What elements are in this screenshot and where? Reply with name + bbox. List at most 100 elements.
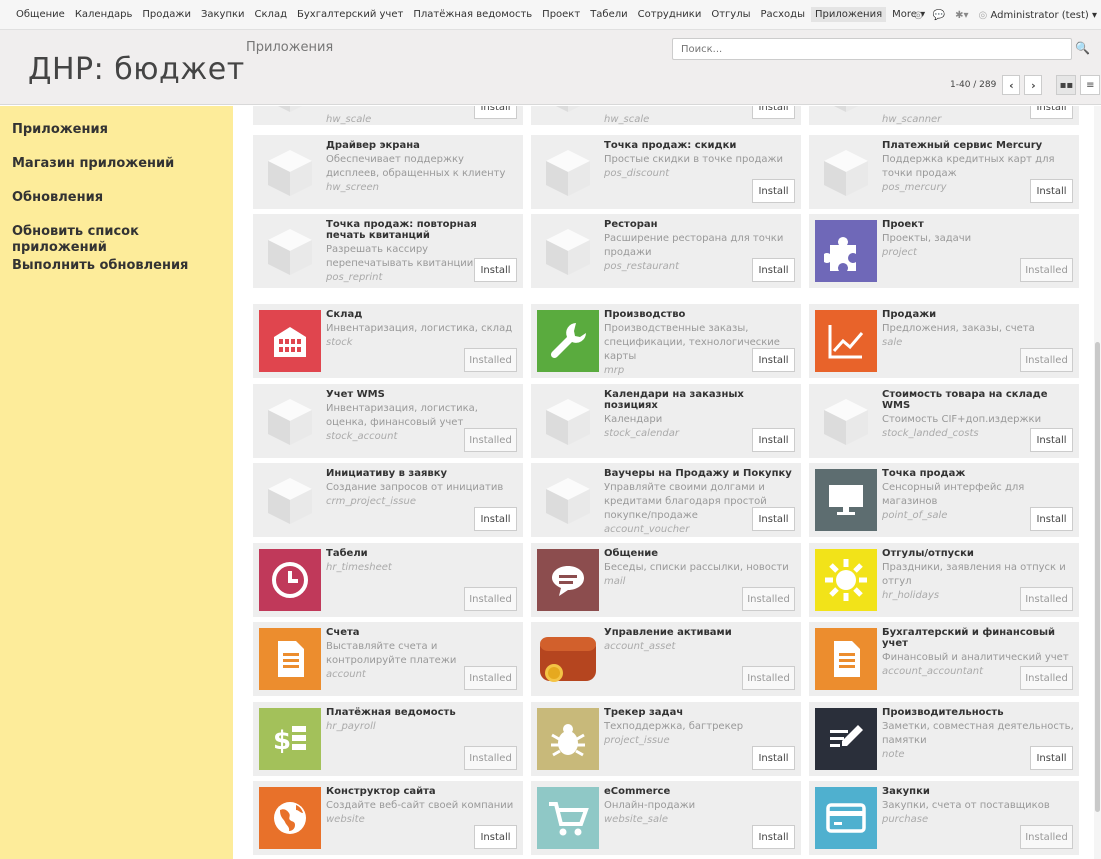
installed-button[interactable]: Installed [1020,825,1073,849]
app-card[interactable]: Трекер задач Техподдержка, багтрекер proje… [531,702,801,776]
installed-button[interactable]: Installed [464,348,517,372]
monitor-icon [815,469,877,531]
installed-button[interactable]: Installed [464,587,517,611]
top-menu-item[interactable]: Платёжная ведомость [409,7,536,22]
top-menu-item[interactable]: Календарь [71,7,137,22]
install-button[interactable]: Install [474,825,517,849]
app-card[interactable]: Точка продаж Сенсорный интерфейс для мага… [809,463,1079,537]
scrollbar[interactable] [1094,106,1101,859]
pager: 1-40 / 289 ‹ › ▪▪ ≡ [950,75,1101,95]
scrollbar-thumb[interactable] [1095,342,1100,812]
installed-button[interactable]: Installed [464,746,517,770]
app-card[interactable]: Драйвер экрана Обеспечивает поддержку дис… [253,135,523,209]
app-card[interactable]: Платежный сервис Mercury Поддержка кредит… [809,135,1079,209]
app-card[interactable]: Бухгалтерский и финансовый учет Финансовы… [809,622,1079,696]
install-button[interactable]: Install [474,258,517,282]
app-card[interactable]: Ресторан Расширение ресторана для точки п… [531,214,801,288]
sidebar-item-updates[interactable]: Обновления [0,190,233,224]
installed-button[interactable]: Installed [1020,666,1073,690]
sidebar-item-apps[interactable]: Приложения [0,122,233,156]
bug-icon [537,708,599,770]
sidebar-item-app-store[interactable]: Магазин приложений [0,156,233,190]
install-button[interactable]: Install [752,106,795,119]
globe-icon [259,787,321,849]
app-card[interactable]: Учет WMS Инвентаризация, логистика, оценк… [253,384,523,458]
user-menu[interactable]: ◎ Administrator (test) ▾ [979,10,1097,21]
install-button[interactable]: Install [752,258,795,282]
app-card[interactable]: Табели hr_timesheet Installed [253,543,523,617]
install-button[interactable]: Install [752,348,795,372]
top-menu-item[interactable]: Бухгалтерский учет [293,7,407,22]
install-button[interactable]: Install [752,507,795,531]
app-card[interactable]: Склад Инвентаризация, логистика, склад sto… [253,304,523,378]
pager-next-button[interactable]: › [1024,75,1043,95]
app-card[interactable]: Стоимость товара на складе WMS Стоимость … [809,384,1079,458]
app-card[interactable]: $ Платёжная ведомость hr_payroll Installed [253,702,523,776]
installed-button[interactable]: Installed [1020,587,1073,611]
install-button[interactable]: Install [1030,507,1073,531]
app-card[interactable]: Производство Производственные заказы, спе… [531,304,801,378]
app-card[interactable]: Точка продаж: повторная печать квитанций… [253,214,523,288]
install-button[interactable]: Install [752,179,795,203]
sidebar-item-run-updates[interactable]: Выполнить обновления [0,258,233,292]
search-input[interactable] [672,38,1072,60]
app-info: Точка продаж: скидки Простые скидки в точ… [604,140,796,181]
install-button[interactable]: Install [1030,106,1073,119]
app-card[interactable]: hw_scanner Install [809,106,1079,125]
list-view-icon[interactable]: ≡ [1080,75,1101,95]
top-menu-item[interactable]: Отгулы [707,7,754,22]
app-card[interactable]: Отгулы/отпуски Праздники, заявления на от… [809,543,1079,617]
app-card[interactable]: Проект Проекты, задачи project Installed [809,214,1079,288]
installed-button[interactable]: Installed [742,666,795,690]
top-menu-item[interactable]: Приложения [811,7,887,22]
status-icon[interactable]: ◎ [914,10,923,21]
pager-previous-button[interactable]: ‹ [1002,75,1021,95]
install-button[interactable]: Install [752,746,795,770]
note-icon [815,708,877,770]
app-card[interactable]: Ваучеры на Продажу и Покупку Управляйте с… [531,463,801,537]
app-card[interactable]: Управление активами account_asset Installe… [531,622,801,696]
app-card[interactable]: Общение Беседы, списки рассылки, новости m… [531,543,801,617]
app-card[interactable]: hw_scale Install [531,106,801,125]
app-card[interactable]: Календари на заказных позициях Календари s… [531,384,801,458]
sidebar-item-update-app-list[interactable]: Обновить список приложений [0,224,233,258]
install-button[interactable]: Install [474,106,517,119]
app-card[interactable]: Закупки Закупки, счета от поставщиков purc… [809,781,1079,855]
app-card[interactable]: Счета Выставляйте счета и контролируйте п… [253,622,523,696]
app-card[interactable]: Точка продаж: скидки Простые скидки в точ… [531,135,801,209]
install-button[interactable]: Install [752,428,795,452]
top-menu-item[interactable]: Закупки [197,7,249,22]
installed-button[interactable]: Installed [742,587,795,611]
top-menu-item[interactable]: Расходы [756,7,809,22]
top-menu-item[interactable]: Сотрудники [634,7,706,22]
install-button[interactable]: Install [1030,179,1073,203]
app-card[interactable]: eCommerce Онлайн-продажи website_sale Insta… [531,781,801,855]
app-card[interactable]: hw_scale Install [253,106,523,125]
install-button[interactable]: Install [1030,428,1073,452]
installed-button[interactable]: Installed [464,428,517,452]
kanban-view-icon[interactable]: ▪▪ [1056,75,1077,95]
app-name: Бухгалтерский и финансовый учет [882,627,1055,649]
app-card[interactable]: Продажи Предложения, заказы, счета sale Ins… [809,304,1079,378]
install-button[interactable]: Install [1030,746,1073,770]
pager-value[interactable]: 1-40 / 289 [950,80,996,90]
chat-icon[interactable]: 💬 [933,10,945,21]
top-menu-item[interactable]: Проект [538,7,584,22]
installed-button[interactable]: Installed [1020,258,1073,282]
app-name: Общение [604,548,659,559]
breadcrumb: Приложения [246,40,334,55]
installed-button[interactable]: Installed [464,666,517,690]
app-card[interactable]: Конструктор сайта Создайте веб-сайт своей… [253,781,523,855]
top-menu-item[interactable]: Табели [586,7,631,22]
debug-icon[interactable]: ✱▾ [955,10,968,21]
user-name: Administrator (test) [990,9,1089,21]
search-icon[interactable]: 🔍 [1075,41,1090,55]
top-menu-item[interactable]: Склад [251,7,291,22]
install-button[interactable]: Install [752,825,795,849]
install-button[interactable]: Install [474,507,517,531]
top-menu-item[interactable]: Общение [12,7,69,22]
installed-button[interactable]: Installed [1020,348,1073,372]
top-menu-item[interactable]: Продажи [138,7,195,22]
app-card[interactable]: Инициативу в заявку Создание запросов от … [253,463,523,537]
app-card[interactable]: Производительность Заметки, совместная де… [809,702,1079,776]
